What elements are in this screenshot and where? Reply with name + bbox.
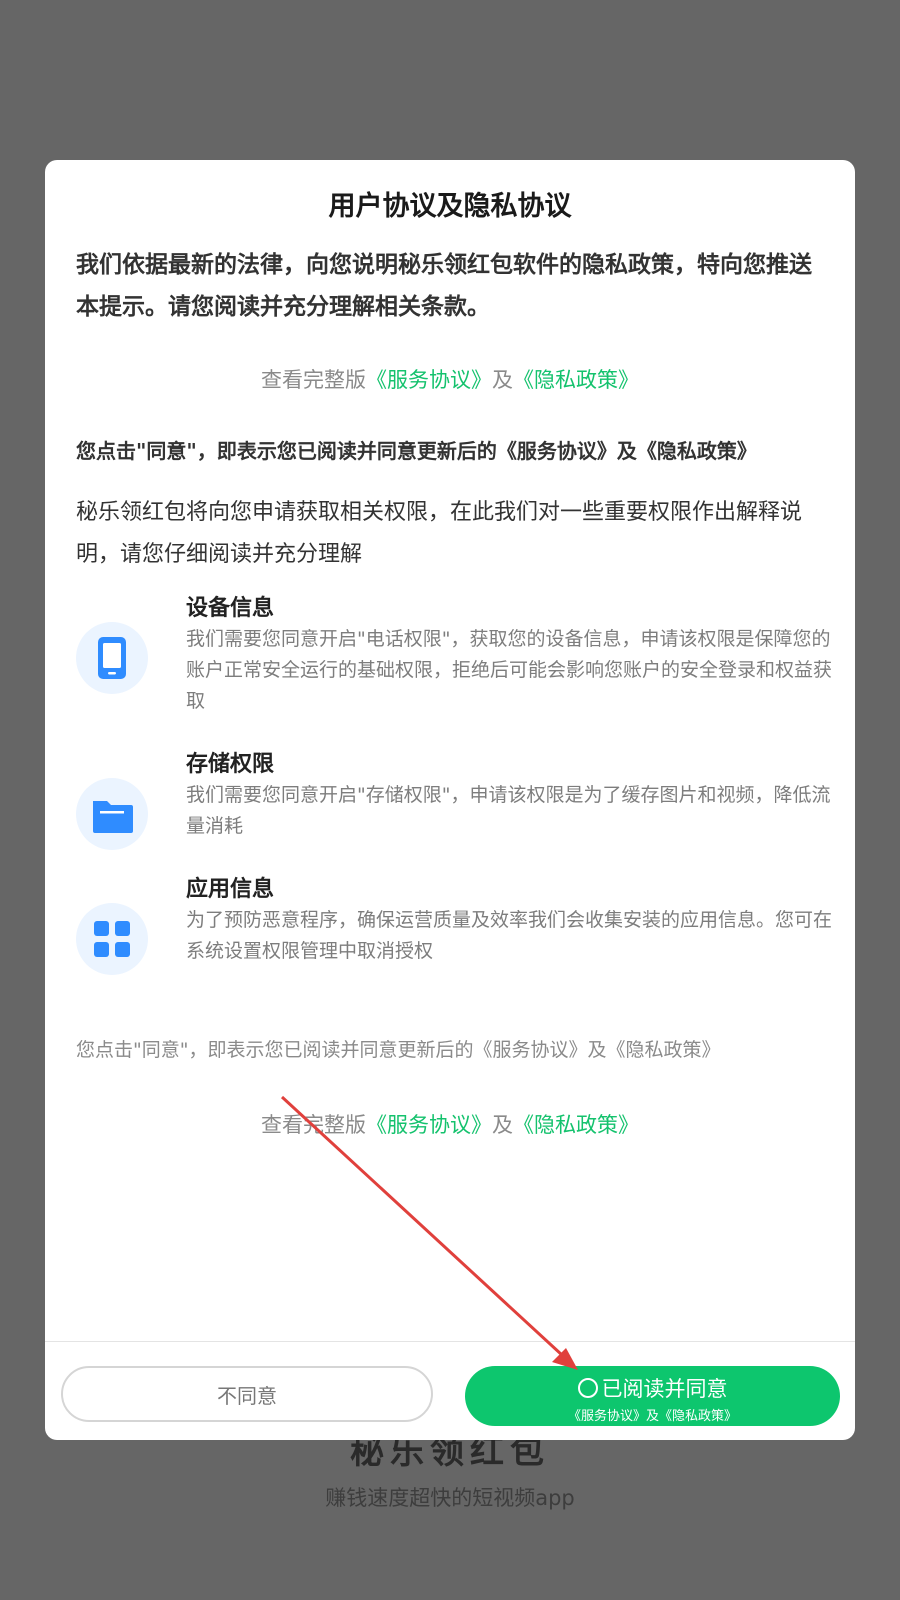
agree-label: 已阅读并同意: [601, 1377, 728, 1401]
permission-storage: 存储权限 我们需要您同意开启"存储权限"，申请该权限是为了缓存图片和视频，降低流…: [76, 746, 836, 850]
full-version-links-top: 查看完整版《服务协议》及《隐私政策》: [45, 364, 855, 394]
permission-intro-text: 秘乐领红包将向您申请获取相关权限，在此我们对一些重要权限作出解释说明，请您仔细阅…: [76, 500, 803, 567]
disagree-button[interactable]: 不同意: [61, 1366, 433, 1422]
permission-description: 我们需要您同意开启"存储权限"，申请该权限是为了缓存图片和视频，降低流量消耗: [186, 784, 831, 837]
full-version-links-bottom: 查看完整版《服务协议》及《隐私政策》: [45, 1109, 855, 1139]
privacy-policy-link[interactable]: 《隐私政策》: [513, 368, 639, 392]
dialog-title: 用户协议及隐私协议: [328, 191, 572, 222]
links-prefix: 查看完整版: [261, 368, 366, 392]
permission-title: 存储权限: [186, 752, 275, 777]
folder-icon: [76, 778, 148, 850]
permission-title: 设备信息: [186, 596, 275, 621]
phone-icon: [76, 622, 148, 694]
agree-button-main: 已阅读并同意: [465, 1373, 840, 1403]
permission-description: 为了预防恶意程序，确保运营质量及效率我们会收集安装的应用信息。您可在系统设置权限…: [186, 909, 833, 962]
permission-app-info: 应用信息 为了预防恶意程序，确保运营质量及效率我们会收集安装的应用信息。您可在系…: [76, 871, 836, 975]
agree-button[interactable]: 已阅读并同意 《服务协议》及《隐私政策》: [465, 1366, 840, 1426]
radio-circle-icon: [577, 1378, 598, 1398]
apps-grid-icon: [76, 903, 148, 975]
links-and: 及: [492, 1113, 513, 1137]
links-prefix: 查看完整版: [261, 1113, 366, 1137]
agree-sublabel: 《服务协议》及《隐私政策》: [567, 1409, 737, 1424]
service-agreement-link[interactable]: 《服务协议》: [366, 1113, 492, 1137]
dialog-intro-text: 我们依据最新的法律，向您说明秘乐领红包软件的隐私政策，特向您推送本提示。请您阅读…: [76, 252, 812, 320]
permission-description: 我们需要您同意开启"电话权限"，获取您的设备信息，申请该权限是保障您的账户正常安…: [186, 628, 833, 712]
agreement-notice-bold: 您点击"同意"，即表示您已阅读并同意更新后的《服务协议》及《隐私政策》: [76, 439, 757, 463]
permission-device-info: 设备信息 我们需要您同意开启"电话权限"，获取您的设备信息，申请该权限是保障您的…: [76, 590, 836, 720]
background-tagline: 赚钱速度超快的短视频app: [325, 1486, 575, 1510]
button-divider: [45, 1341, 855, 1342]
permission-title: 应用信息: [186, 877, 275, 902]
links-and: 及: [492, 368, 513, 392]
agreement-notice-plain: 您点击"同意"，即表示您已阅读并同意更新后的《服务协议》及《隐私政策》: [76, 1039, 721, 1061]
privacy-policy-link[interactable]: 《隐私政策》: [513, 1113, 639, 1137]
privacy-agreement-dialog: 用户协议及隐私协议 我们依据最新的法律，向您说明秘乐领红包软件的隐私政策，特向您…: [45, 160, 855, 1440]
service-agreement-link[interactable]: 《服务协议》: [366, 368, 492, 392]
